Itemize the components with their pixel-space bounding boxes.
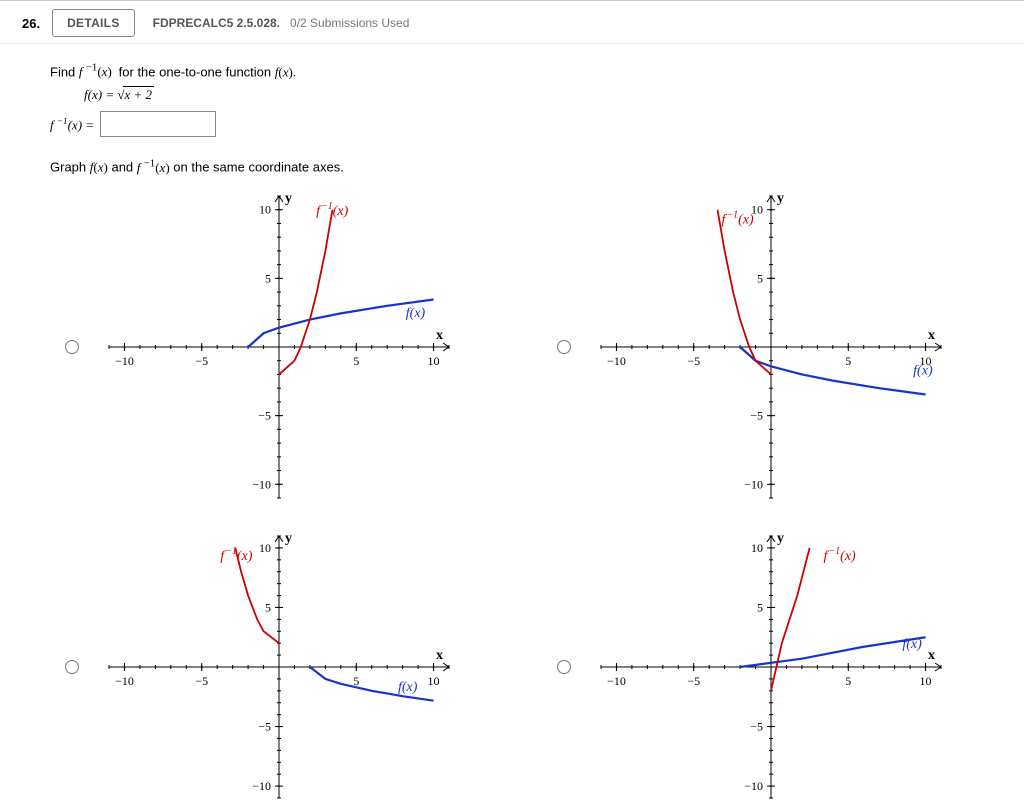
svg-text:5: 5 — [757, 271, 763, 285]
svg-text:5: 5 — [265, 271, 271, 285]
svg-text:−10: −10 — [744, 477, 763, 491]
svg-text:5: 5 — [353, 354, 359, 368]
choice-A: x y −10 −5 5 10 −10 −5 5 10 f(x) f−1(x) — [60, 182, 522, 512]
svg-text:x: x — [436, 328, 443, 343]
svg-text:−5: −5 — [258, 408, 271, 422]
answer-row: f −1(x) = — [50, 111, 1014, 137]
svg-text:10: 10 — [751, 541, 763, 555]
find-prompt: Find f −1(x) for the one-to-one function… — [50, 62, 1014, 80]
chart-D: x y −10 −5 5 10 −10 −5 5 10 f(x) f−1(x) — [581, 522, 961, 805]
choice-C: xy−10−5510−10−5510f(x)f−1(x) — [60, 522, 522, 805]
svg-text:−5: −5 — [687, 354, 700, 368]
svg-text:10: 10 — [428, 674, 440, 688]
svg-text:f(x): f(x) — [902, 637, 922, 652]
svg-text:10: 10 — [259, 541, 271, 555]
svg-text:f−1(x): f−1(x) — [220, 545, 253, 563]
svg-text:f−1(x): f−1(x) — [824, 545, 857, 563]
question-header: 26. DETAILS FDPRECALC5 2.5.028. 0/2 Subm… — [0, 1, 1024, 44]
svg-text:10: 10 — [920, 674, 932, 688]
textbook-reference: FDPRECALC5 2.5.028. — [153, 16, 280, 30]
chart-C: xy−10−5510−10−5510f(x)f−1(x) — [89, 522, 469, 805]
svg-text:5: 5 — [265, 600, 271, 614]
svg-text:−10: −10 — [252, 477, 271, 491]
prompt-prefix: Find — [50, 64, 79, 79]
answer-lhs: f −1(x) = — [50, 116, 94, 133]
choice-C-radio[interactable] — [65, 660, 79, 674]
graph-and: and — [111, 160, 136, 175]
choice-B-radio[interactable] — [557, 340, 571, 354]
chart-B: xy−10−5510−10−5510f(x)f−1(x) — [581, 182, 961, 512]
graph-suffix: on the same coordinate axes. — [173, 160, 344, 175]
svg-text:−10: −10 — [744, 779, 763, 793]
svg-text:−5: −5 — [687, 674, 700, 688]
svg-text:−5: −5 — [258, 719, 271, 733]
svg-text:10: 10 — [259, 202, 271, 216]
svg-text:f(x): f(x) — [913, 363, 933, 378]
svg-text:5: 5 — [757, 600, 763, 614]
graph-fx: f(x) — [90, 160, 108, 175]
svg-text:−5: −5 — [195, 354, 208, 368]
svg-text:−5: −5 — [750, 408, 763, 422]
function-definition: f(x) = √x + 2 — [84, 86, 1014, 103]
svg-text:f−1(x): f−1(x) — [722, 209, 755, 227]
choice-D-radio[interactable] — [557, 660, 571, 674]
svg-text:−10: −10 — [607, 674, 626, 688]
submissions-used: 0/2 Submissions Used — [290, 16, 409, 30]
choice-B: xy−10−5510−10−5510f(x)f−1(x) — [552, 182, 1014, 512]
prompt-suffix: for the one-to-one function — [119, 64, 275, 79]
choice-A-radio[interactable] — [65, 340, 79, 354]
svg-text:y: y — [285, 191, 292, 206]
svg-text:y: y — [285, 531, 292, 546]
svg-text:f(x): f(x) — [398, 679, 418, 694]
svg-text:−10: −10 — [115, 674, 134, 688]
fx-symbol: f(x). — [275, 64, 296, 79]
svg-text:y: y — [777, 191, 784, 206]
graph-finv: f −1(x) — [137, 160, 170, 175]
svg-text:−10: −10 — [607, 354, 626, 368]
chart-A: x y −10 −5 5 10 −10 −5 5 10 f(x) f−1(x) — [89, 182, 469, 512]
svg-text:5: 5 — [845, 674, 851, 688]
svg-text:−10: −10 — [252, 779, 271, 793]
finv-symbol: f −1(x) — [79, 64, 115, 79]
svg-text:f−1(x): f−1(x) — [316, 201, 349, 219]
svg-text:x: x — [928, 648, 935, 663]
svg-text:f(x): f(x) — [406, 305, 426, 320]
answer-input[interactable] — [100, 111, 216, 137]
svg-text:5: 5 — [845, 354, 851, 368]
svg-text:x: x — [928, 328, 935, 343]
svg-text:−10: −10 — [115, 354, 134, 368]
graph-prompt: Graph f(x) and f −1(x) on the same coord… — [50, 157, 1014, 175]
svg-text:−5: −5 — [195, 674, 208, 688]
svg-text:−5: −5 — [750, 719, 763, 733]
graph-choices: x y −10 −5 5 10 −10 −5 5 10 f(x) f−1(x) x y −10 −5 5 10 −… — [60, 182, 1014, 805]
svg-text:10: 10 — [428, 354, 440, 368]
svg-text:y: y — [777, 531, 784, 546]
question-number: 26. — [10, 12, 52, 35]
choice-D: x y −10 −5 5 10 −10 −5 5 10 f(x) f−1(x) — [552, 522, 1014, 805]
details-button[interactable]: DETAILS — [52, 9, 135, 37]
svg-text:x: x — [436, 648, 443, 663]
graph-prefix: Graph — [50, 160, 90, 175]
